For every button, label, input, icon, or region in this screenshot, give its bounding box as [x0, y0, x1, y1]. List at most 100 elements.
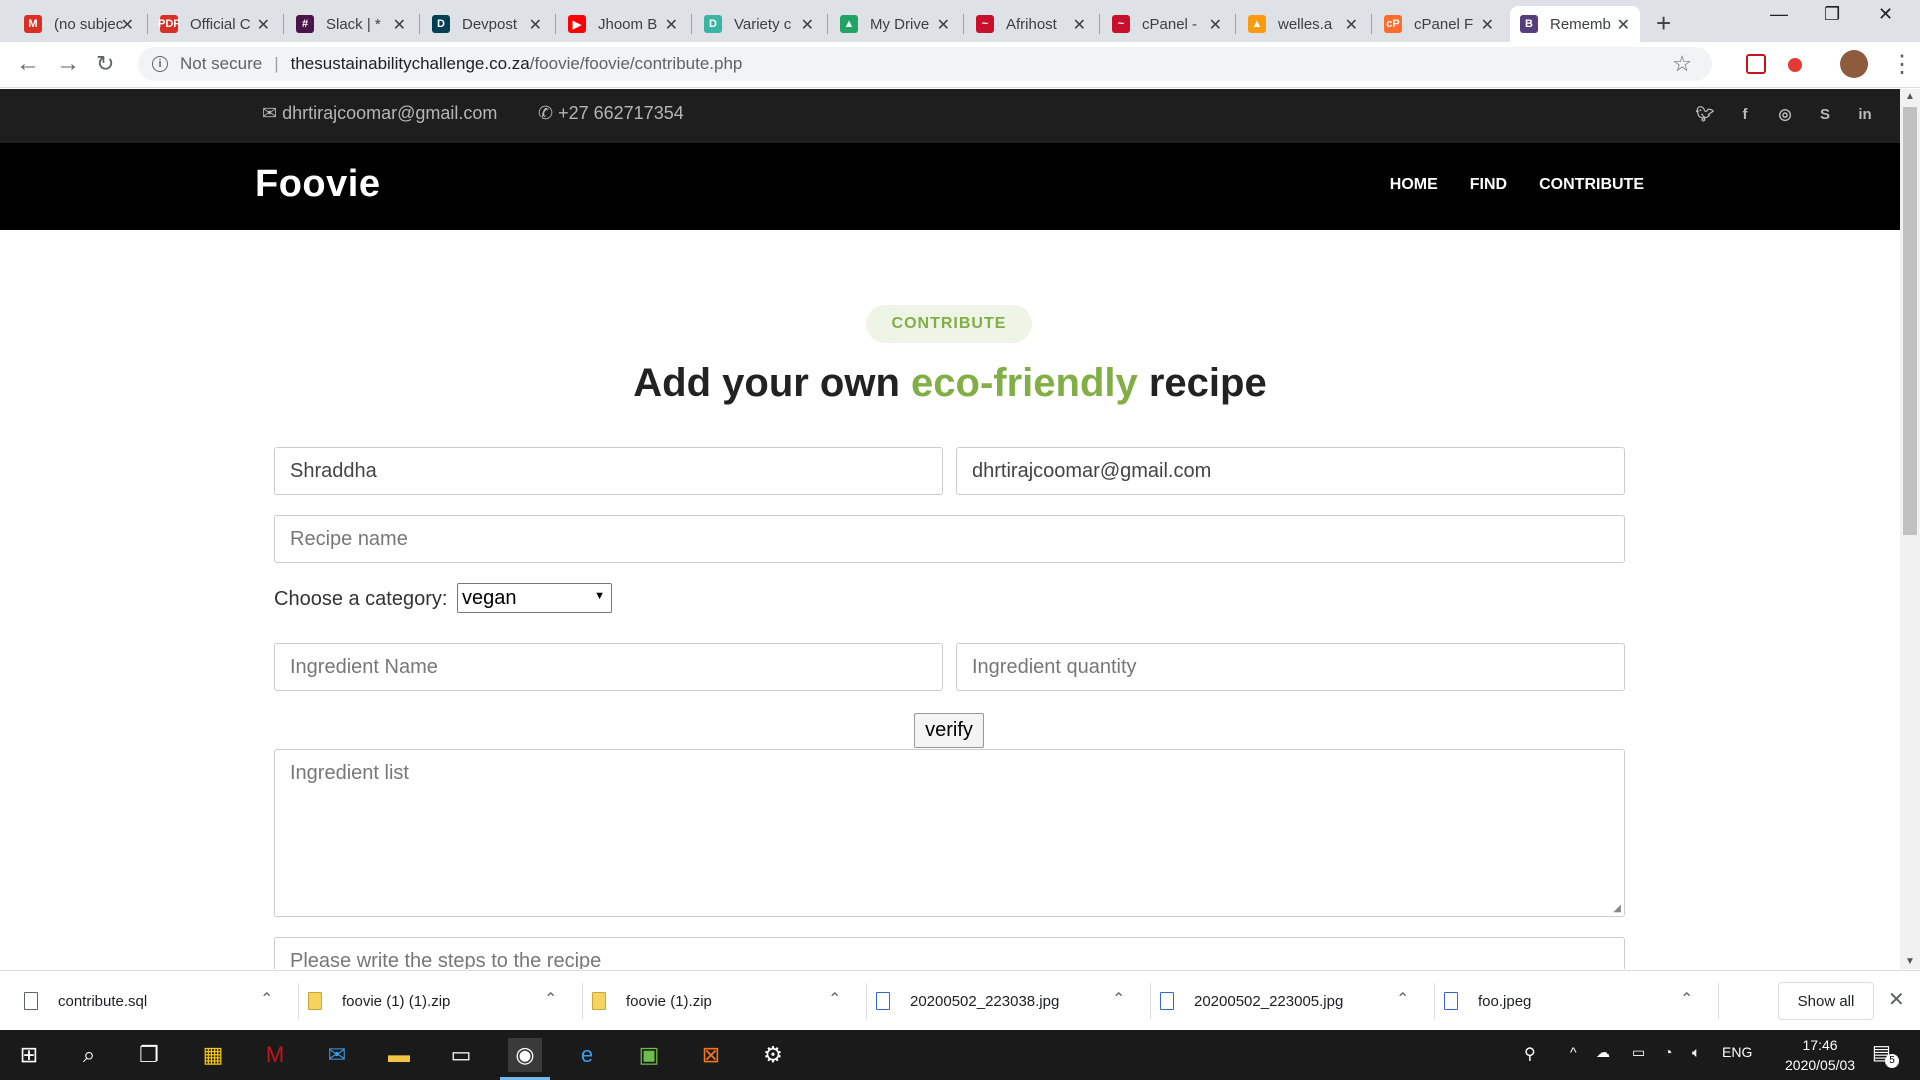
show-hidden-icons-icon[interactable]: ^	[1570, 1044, 1577, 1060]
download-item[interactable]: foovie (1) (1).zip ⌃	[308, 971, 572, 1031]
download-options-chevron-icon[interactable]: ⌃	[1680, 989, 1693, 1009]
clock[interactable]: 17:46 2020/05/03	[1785, 1035, 1855, 1075]
close-tab-icon[interactable]: ✕	[121, 15, 134, 35]
download-item[interactable]: foovie (1).zip ⌃	[592, 971, 856, 1031]
download-item[interactable]: 20200502_223038.jpg ⌃	[876, 971, 1140, 1031]
instagram-icon[interactable]: ◎	[1776, 105, 1794, 123]
ingredient-quantity-input[interactable]: Ingredient quantity	[956, 643, 1625, 691]
back-icon[interactable]: ←	[16, 50, 40, 78]
nav-find[interactable]: FIND	[1470, 176, 1507, 194]
new-tab-button[interactable]: +	[1656, 8, 1671, 39]
browser-tab[interactable]: ▲ welles.a ✕	[1238, 6, 1368, 42]
download-options-chevron-icon[interactable]: ⌃	[1112, 989, 1125, 1009]
ingredient-list-textarea[interactable]: Ingredient list ◢	[274, 749, 1625, 917]
file-explorer-icon[interactable]: ▬	[382, 1038, 416, 1072]
onedrive-icon[interactable]: ☁	[1596, 1044, 1610, 1061]
name-input[interactable]: Shraddha	[274, 447, 943, 495]
forward-icon[interactable]: →	[56, 50, 80, 78]
close-tab-icon[interactable]: ✕	[529, 15, 542, 35]
browser-tab[interactable]: B Rememb ✕	[1510, 6, 1640, 42]
nav-contribute[interactable]: CONTRIBUTE	[1539, 176, 1644, 194]
terminal-icon[interactable]: ▭	[444, 1038, 478, 1072]
close-tab-icon[interactable]: ✕	[1073, 15, 1086, 35]
ingredient-name-input[interactable]: Ingredient Name	[274, 643, 943, 691]
minimize-button[interactable]: —	[1770, 4, 1788, 25]
download-item[interactable]: contribute.sql ⌃	[24, 971, 288, 1031]
edge-icon[interactable]: e	[570, 1038, 604, 1072]
contact-email[interactable]: ✉ dhrtirajcoomar@gmail.com	[262, 103, 497, 124]
paint-icon[interactable]: ▣	[632, 1038, 666, 1072]
tab-separator	[963, 14, 964, 34]
download-filename: foovie (1) (1).zip	[342, 992, 451, 1010]
close-tab-icon[interactable]: ✕	[1617, 15, 1630, 35]
linkedin-icon[interactable]: in	[1856, 105, 1874, 123]
omnibox[interactable]: i Not secure | thesustainabilitychalleng…	[138, 47, 1712, 81]
resize-grip-icon[interactable]: ◢	[1613, 903, 1621, 914]
close-tab-icon[interactable]: ✕	[665, 15, 678, 35]
mcafee-extension-icon[interactable]	[1746, 54, 1766, 74]
browser-tab[interactable]: ~ Afrihost ✕	[966, 6, 1096, 42]
language-indicator[interactable]: ENG	[1722, 1044, 1752, 1060]
record-extension-icon[interactable]	[1788, 58, 1802, 72]
close-tab-icon[interactable]: ✕	[1481, 15, 1494, 35]
browser-tab[interactable]: D Devpost ✕	[422, 6, 552, 42]
site-info-icon[interactable]: i	[152, 56, 168, 72]
skype-icon[interactable]: S	[1816, 105, 1834, 123]
download-options-chevron-icon[interactable]: ⌃	[1396, 989, 1409, 1009]
mcafee-icon[interactable]: M	[258, 1038, 292, 1072]
close-tab-icon[interactable]: ✕	[393, 15, 406, 35]
close-tab-icon[interactable]: ✕	[257, 15, 270, 35]
download-options-chevron-icon[interactable]: ⌃	[544, 989, 557, 1009]
search-icon[interactable]: ⌕	[72, 1038, 106, 1072]
maximize-button[interactable]: ❐	[1824, 4, 1840, 25]
browser-tab[interactable]: D Variety c ✕	[694, 6, 824, 42]
mail-icon[interactable]: ✉	[320, 1038, 354, 1072]
scroll-down-arrow-icon[interactable]: ▼	[1905, 956, 1915, 967]
verify-button[interactable]: verify	[914, 713, 984, 748]
recipe-name-input[interactable]: Recipe name	[274, 515, 1625, 563]
close-window-button[interactable]: ✕	[1878, 4, 1893, 25]
browser-tab[interactable]: ~ cPanel - ✕	[1102, 6, 1232, 42]
site-logo[interactable]: Foovie	[255, 163, 380, 206]
browser-tab[interactable]: # Slack | * ✕	[286, 6, 416, 42]
start-icon[interactable]: ⊞	[12, 1038, 46, 1072]
reload-icon[interactable]: ↻	[96, 51, 114, 77]
recipe-steps-textarea[interactable]: Please write the steps to the recipe	[274, 937, 1625, 969]
twitter-icon[interactable]: 🐦︎	[1695, 105, 1714, 123]
settings-icon[interactable]: ⚙	[756, 1038, 790, 1072]
browser-tab[interactable]: PDF Official C ✕	[150, 6, 280, 42]
browser-tab[interactable]: ▲ My Drive ✕	[830, 6, 960, 42]
download-options-chevron-icon[interactable]: ⌃	[260, 989, 273, 1009]
scroll-up-arrow-icon[interactable]: ▲	[1905, 91, 1915, 102]
wifi-icon[interactable]: ◔	[1664, 1044, 1672, 1060]
facebook-icon[interactable]: f	[1736, 105, 1754, 123]
volume-icon[interactable]: 🔈︎	[1692, 1044, 1700, 1061]
people-icon[interactable]: ⚲	[1524, 1044, 1536, 1064]
close-tab-icon[interactable]: ✕	[937, 15, 950, 35]
download-options-chevron-icon[interactable]: ⌃	[828, 989, 841, 1009]
category-select[interactable]: vegan ▼	[457, 583, 612, 613]
close-tab-icon[interactable]: ✕	[801, 15, 814, 35]
email-input[interactable]: dhrtirajcoomar@gmail.com	[956, 447, 1625, 495]
battery-icon[interactable]: ▭	[1632, 1044, 1645, 1061]
page-scrollbar[interactable]: ▲ ▼	[1900, 89, 1920, 969]
browser-tab[interactable]: M (no subject)✕	[14, 6, 144, 42]
xampp-icon[interactable]: ⊠	[694, 1038, 728, 1072]
chrome-icon[interactable]: ◉	[500, 1038, 550, 1080]
show-all-downloads-button[interactable]: Show all	[1778, 982, 1874, 1020]
browser-tab[interactable]: ▶ Jhoom B ✕	[558, 6, 688, 42]
close-tab-icon[interactable]: ✕	[1345, 15, 1358, 35]
scrollbar-thumb[interactable]	[1903, 107, 1917, 535]
profile-avatar[interactable]	[1840, 50, 1868, 78]
close-shelf-icon[interactable]: ✕	[1888, 987, 1905, 1012]
contact-phone[interactable]: ✆ +27 662717354	[538, 103, 684, 124]
nav-home[interactable]: HOME	[1390, 176, 1438, 194]
task-view-icon[interactable]: ❐	[132, 1038, 166, 1072]
download-item[interactable]: foo.jpeg ⌃	[1444, 971, 1708, 1031]
download-item[interactable]: 20200502_223005.jpg ⌃	[1160, 971, 1424, 1031]
chrome-menu-icon[interactable]: ⋮	[1890, 50, 1914, 79]
browser-tab[interactable]: cP cPanel F ✕	[1374, 6, 1504, 42]
store-icon[interactable]: ▦	[196, 1038, 230, 1072]
bookmark-star-icon[interactable]: ☆	[1672, 51, 1692, 77]
close-tab-icon[interactable]: ✕	[1209, 15, 1222, 35]
